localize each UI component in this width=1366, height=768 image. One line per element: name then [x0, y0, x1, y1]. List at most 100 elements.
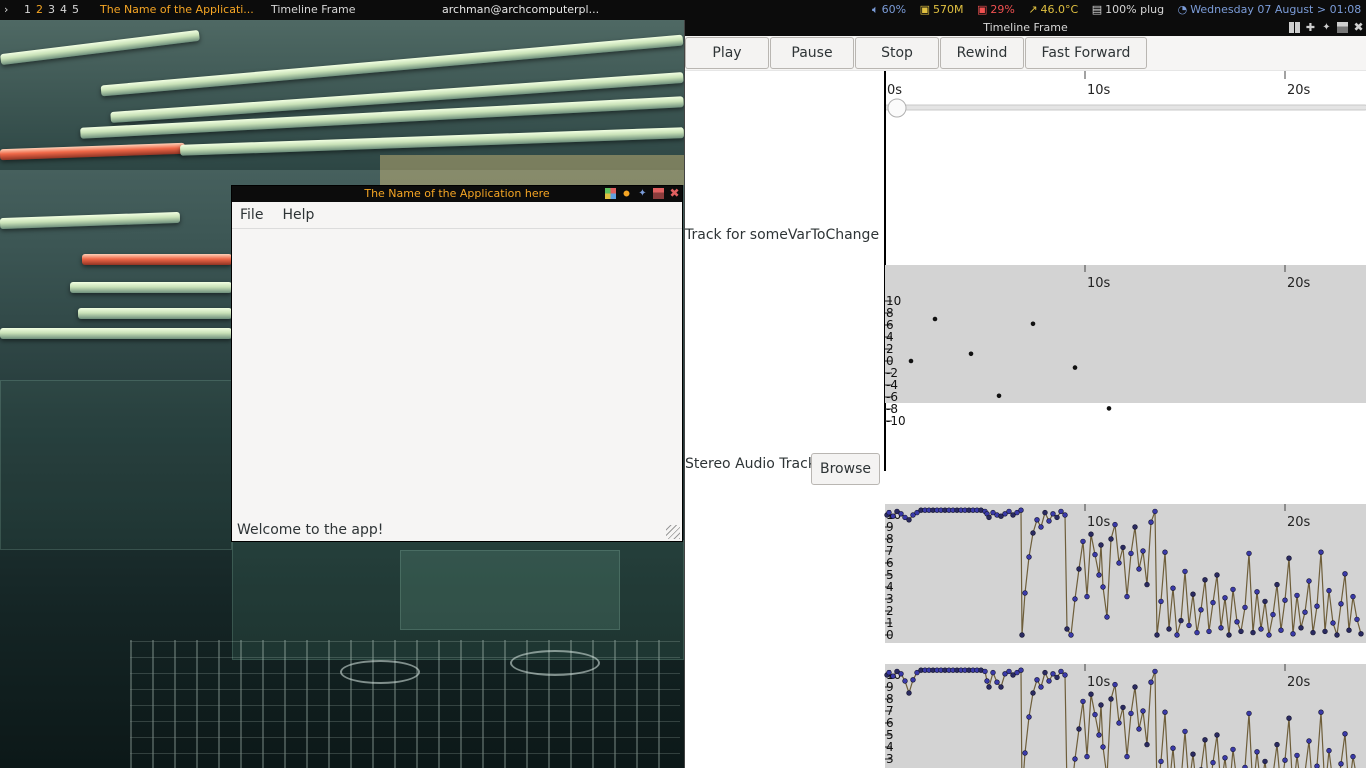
- ruler-tick-label: 10s: [1087, 83, 1111, 98]
- sample-point: [1050, 511, 1056, 517]
- keyframe-point[interactable]: [968, 351, 974, 357]
- keyframe-point[interactable]: [1106, 406, 1112, 411]
- sample-point: [1158, 598, 1164, 605]
- keyframe-point[interactable]: [996, 393, 1002, 399]
- cpu-icon: ▣: [976, 3, 988, 16]
- workspace-tag-4[interactable]: 4: [60, 0, 67, 20]
- sample-point: [1262, 758, 1268, 765]
- sample-point: [1054, 514, 1060, 521]
- sample-point: [986, 514, 992, 521]
- rewind-button[interactable]: Rewind: [940, 37, 1024, 69]
- sample-point: [1174, 632, 1180, 638]
- playhead-slider-handle[interactable]: [887, 98, 907, 118]
- pause-button[interactable]: Pause: [770, 37, 854, 69]
- sample-point: [1302, 609, 1308, 615]
- sample-point: [1294, 752, 1300, 759]
- close-icon[interactable]: ✖: [1353, 21, 1364, 33]
- sample-point: [1242, 604, 1248, 611]
- tile-icon[interactable]: [605, 188, 616, 199]
- sample-point: [1230, 746, 1236, 753]
- layout-icon[interactable]: ›: [4, 0, 8, 20]
- sample-point: [1214, 732, 1220, 738]
- app-window-titlebar[interactable]: The Name of the Application here ✦ ✖: [232, 186, 682, 202]
- maximize-icon[interactable]: [1337, 22, 1348, 33]
- sample-point: [1100, 584, 1106, 590]
- timeline-canvas[interactable]: 0s10s20s10s20s1086420-2-4-6-8-1010s20s10…: [685, 71, 1366, 768]
- sample-point: [1262, 598, 1268, 605]
- second-window-title[interactable]: Timeline Frame: [271, 0, 356, 20]
- fast-forward-button[interactable]: Fast Forward: [1025, 37, 1147, 69]
- playback-toolbar: Play Pause Stop Rewind Fast Forward: [685, 36, 1366, 71]
- sample-point: [906, 690, 912, 696]
- sample-point: [1198, 607, 1204, 613]
- keyframe-point[interactable]: [932, 316, 938, 322]
- float-icon[interactable]: [621, 188, 632, 199]
- sample-point: [1318, 549, 1324, 555]
- memory-value: 570M: [932, 3, 964, 16]
- sample-point: [1222, 755, 1228, 761]
- sample-point: [1290, 631, 1296, 637]
- sample-point: [1072, 596, 1078, 602]
- track-tick-label: 10s: [1087, 276, 1111, 291]
- sample-point: [1158, 758, 1164, 765]
- sample-point: [1128, 710, 1134, 717]
- workspace-tag-1[interactable]: 1: [24, 0, 31, 20]
- tile-icon[interactable]: [1289, 22, 1300, 33]
- workspace-tag-5[interactable]: 5: [72, 0, 79, 20]
- sample-point: [1042, 509, 1048, 516]
- workspace-tag-2[interactable]: 2: [36, 0, 43, 20]
- stop-button[interactable]: Stop: [855, 37, 939, 69]
- sample-point: [990, 669, 996, 676]
- sample-point: [1030, 690, 1036, 696]
- sample-point: [1218, 625, 1224, 631]
- focused-window-title[interactable]: The Name of the Applicati...: [100, 0, 254, 20]
- sample-point: [1064, 626, 1070, 632]
- workspace-tag-3[interactable]: 3: [48, 0, 55, 20]
- sample-point: [1210, 759, 1216, 766]
- y-tick-label: -10: [886, 414, 906, 428]
- memory-icon: ▣: [919, 3, 930, 16]
- keyframe-point[interactable]: [908, 358, 914, 364]
- keyframe-point[interactable]: [1030, 321, 1036, 327]
- sample-point: [1084, 593, 1090, 600]
- sample-point: [1034, 517, 1040, 523]
- sample-point: [1238, 628, 1244, 635]
- timeline-window-titlebar[interactable]: Timeline Frame ✚ ✦ ✖: [685, 20, 1366, 36]
- pin-icon[interactable]: ✦: [637, 188, 648, 199]
- sample-point: [1080, 698, 1086, 705]
- keyframe-point[interactable]: [1072, 365, 1078, 370]
- sample-point: [1190, 751, 1196, 757]
- float-icon[interactable]: ✚: [1305, 22, 1316, 33]
- sample-point: [1006, 668, 1012, 675]
- close-icon[interactable]: ✖: [669, 187, 680, 199]
- app-statusbar: Welcome to the app!: [237, 522, 384, 538]
- sample-point: [1100, 744, 1106, 750]
- sample-point: [1246, 550, 1252, 557]
- play-button[interactable]: Play: [685, 37, 769, 69]
- sample-point: [1152, 508, 1158, 515]
- sample-point: [1314, 763, 1320, 768]
- sample-point: [1274, 741, 1280, 748]
- playhead-slider-track[interactable]: [884, 104, 1366, 111]
- sample-point: [1250, 629, 1256, 636]
- menu-help[interactable]: Help: [283, 202, 315, 229]
- sample-point: [1030, 530, 1036, 536]
- resize-grip-icon[interactable]: [666, 525, 680, 539]
- track-tick-label: 10s: [1087, 515, 1111, 530]
- sample-point: [1148, 679, 1154, 685]
- sample-point: [1342, 731, 1348, 737]
- sample-point: [1026, 714, 1032, 720]
- y-tick-label: 0: [886, 628, 894, 642]
- pin-icon[interactable]: ✦: [1321, 22, 1332, 33]
- sample-point: [890, 673, 896, 679]
- sample-point: [1186, 622, 1192, 629]
- maximize-icon[interactable]: [653, 188, 664, 199]
- sample-point: [1162, 549, 1168, 555]
- sample-point: [1054, 674, 1060, 681]
- menu-file[interactable]: File: [240, 202, 263, 229]
- sample-point: [1314, 603, 1320, 609]
- sample-point: [1084, 753, 1090, 760]
- sample-point: [1274, 581, 1280, 588]
- sample-point: [1330, 620, 1336, 626]
- sample-point: [1019, 632, 1025, 638]
